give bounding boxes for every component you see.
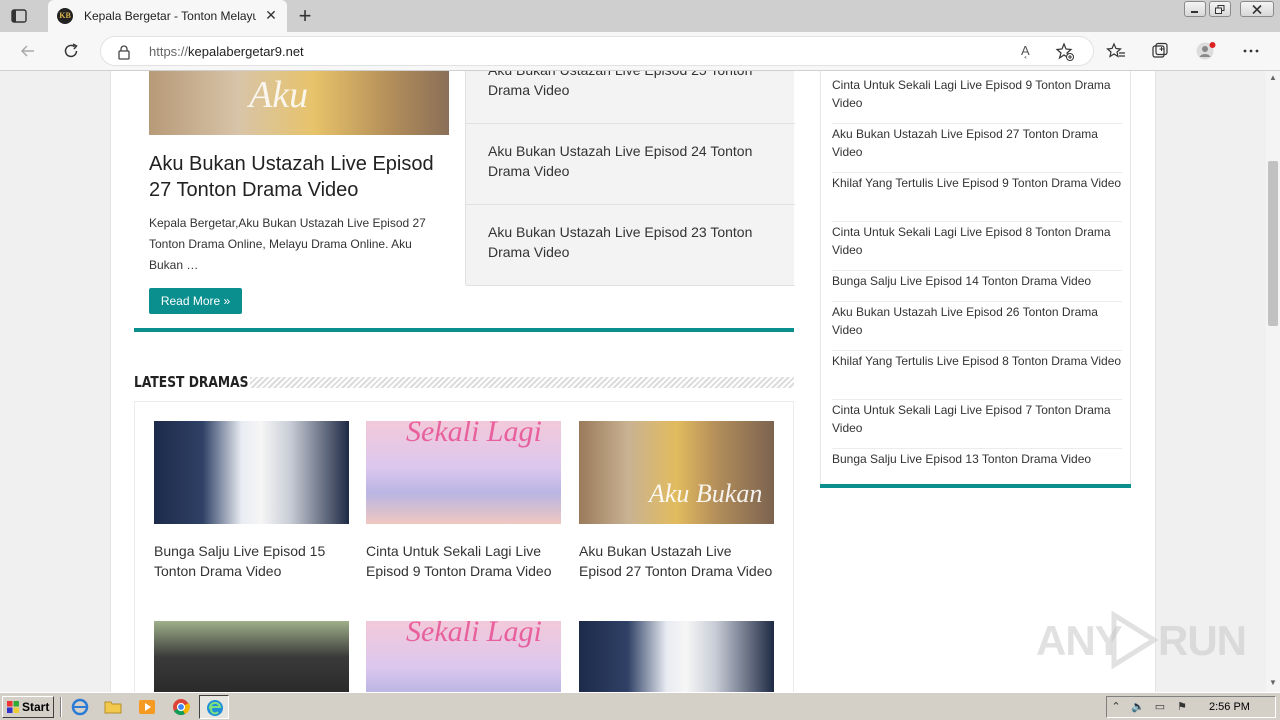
collections-icon[interactable] bbox=[1150, 41, 1170, 61]
drama-title[interactable]: Aku Bukan Ustazah Live Episod 27 Tonton … bbox=[579, 541, 774, 581]
drama-thumbnail[interactable]: Sekali Lagi bbox=[366, 621, 561, 692]
volume-icon[interactable]: 🔈 bbox=[1131, 700, 1145, 714]
related-posts-list: Aku Bukan Ustazah Live Episod 25 Tonton … bbox=[465, 71, 795, 286]
featured-post-excerpt: Kepala Bergetar,Aku Bukan Ustazah Live E… bbox=[149, 216, 426, 272]
chrome-icon[interactable] bbox=[172, 698, 190, 716]
tab-strip: KB Kepala Bergetar - Tonton Melayu ✕ + bbox=[0, 0, 1280, 32]
sidebar-item[interactable]: Aku Bukan Ustazah Live Episod 27 Tonton … bbox=[832, 124, 1122, 173]
drama-thumbnail[interactable] bbox=[154, 421, 349, 524]
tray-expand-icon[interactable]: ⌃ bbox=[1109, 700, 1123, 714]
tab-title: Kepala Bergetar - Tonton Melayu bbox=[84, 9, 256, 23]
start-button[interactable]: Start bbox=[2, 696, 54, 718]
edge-icon[interactable] bbox=[199, 695, 229, 719]
ie-icon[interactable] bbox=[71, 698, 89, 716]
tab-close-icon[interactable]: ✕ bbox=[263, 7, 279, 23]
featured-post-title[interactable]: Aku Bukan Ustazah Live Episod 27 Tonton … bbox=[149, 151, 449, 203]
refresh-icon[interactable] bbox=[61, 41, 81, 61]
page-viewport: Aku Aku Bukan Ustazah Live Episod 27 Ton… bbox=[0, 71, 1266, 692]
sidebar-item[interactable]: Bunga Salju Live Episod 14 Tonton Drama … bbox=[832, 271, 1122, 302]
favorites-icon[interactable] bbox=[1106, 41, 1126, 61]
url-text[interactable]: https://kepalabergetar9.net bbox=[149, 44, 304, 59]
sidebar-item[interactable]: Aku Bukan Ustazah Live Episod 26 Tonton … bbox=[832, 302, 1122, 351]
media-player-icon[interactable] bbox=[138, 698, 156, 716]
taskbar: Start ⌃ 🔈 ▭ ⚑ 2:56 PM bbox=[0, 692, 1280, 720]
browser-toolbar: https://kepalabergetar9.net A͔ bbox=[0, 32, 1280, 71]
read-aloud-icon[interactable]: A͔ bbox=[1021, 43, 1039, 61]
latest-dramas-grid: Bunga Salju Live Episod 15 Tonton Drama … bbox=[134, 401, 794, 692]
scrollbar-thumb[interactable] bbox=[1268, 161, 1278, 326]
drama-thumbnail[interactable] bbox=[154, 621, 349, 692]
file-explorer-icon[interactable] bbox=[104, 698, 122, 716]
clock[interactable]: 2:56 PM bbox=[1209, 701, 1250, 713]
featured-post-image[interactable]: Aku bbox=[149, 71, 449, 135]
address-bar[interactable]: https://kepalabergetar9.net A͔ bbox=[100, 36, 1094, 66]
drama-thumbnail[interactable] bbox=[579, 621, 774, 692]
system-tray: ⌃ 🔈 ▭ ⚑ 2:56 PM bbox=[1106, 696, 1276, 718]
section-divider bbox=[134, 328, 794, 332]
drama-thumbnail[interactable]: Aku Bukan bbox=[579, 421, 774, 524]
sidebar-item[interactable]: Cinta Untuk Sekali Lagi Live Episod 7 To… bbox=[832, 400, 1122, 449]
sidebar-item[interactable]: Khilaf Yang Tertulis Live Episod 9 Tonto… bbox=[832, 173, 1122, 222]
heading-pattern bbox=[250, 377, 794, 388]
page-scrollbar[interactable]: ▲ ▼ bbox=[1266, 71, 1280, 692]
drama-thumbnail[interactable]: Sekali Lagi bbox=[366, 421, 561, 524]
scroll-down-icon[interactable]: ▼ bbox=[1269, 679, 1277, 687]
browser-tab-active[interactable]: KB Kepala Bergetar - Tonton Melayu ✕ bbox=[48, 0, 287, 32]
tab-actions-icon[interactable] bbox=[10, 7, 28, 25]
section-title: LATEST DRAMAS bbox=[134, 373, 249, 391]
list-item[interactable]: Aku Bukan Ustazah Live Episod 24 Tonton … bbox=[466, 124, 795, 205]
drama-title[interactable]: Bunga Salju Live Episod 15 Tonton Drama … bbox=[154, 541, 349, 581]
more-menu-icon[interactable] bbox=[1241, 41, 1261, 61]
sidebar-item[interactable]: Bunga Salju Live Episod 13 Tonton Drama … bbox=[832, 449, 1122, 480]
action-center-flag-icon[interactable]: ⚑ bbox=[1175, 700, 1189, 714]
sidebar-divider bbox=[820, 484, 1131, 488]
read-more-button[interactable]: Read More » bbox=[149, 288, 242, 314]
close-window-button[interactable] bbox=[1240, 1, 1274, 17]
sidebar-recent-posts: Cinta Untuk Sekali Lagi Live Episod 9 To… bbox=[820, 71, 1131, 484]
sidebar-item[interactable]: Cinta Untuk Sekali Lagi Live Episod 8 To… bbox=[832, 222, 1122, 271]
profile-avatar-icon[interactable] bbox=[1196, 41, 1216, 61]
back-arrow-icon[interactable] bbox=[18, 41, 38, 61]
restore-button[interactable] bbox=[1209, 1, 1231, 17]
site-favicon-icon: KB bbox=[57, 8, 73, 24]
sidebar-item[interactable]: Cinta Untuk Sekali Lagi Live Episod 9 To… bbox=[832, 75, 1122, 124]
drama-title[interactable]: Cinta Untuk Sekali Lagi Live Episod 9 To… bbox=[366, 541, 561, 581]
new-tab-button[interactable]: + bbox=[294, 5, 316, 27]
minimize-button[interactable] bbox=[1184, 1, 1206, 17]
list-item[interactable]: Aku Bukan Ustazah Live Episod 25 Tonton … bbox=[466, 71, 795, 124]
add-favorite-icon[interactable] bbox=[1055, 42, 1075, 62]
network-icon[interactable]: ▭ bbox=[1153, 700, 1167, 714]
list-item[interactable]: Aku Bukan Ustazah Live Episod 23 Tonton … bbox=[466, 205, 795, 286]
scroll-up-icon[interactable]: ▲ bbox=[1269, 74, 1277, 82]
latest-dramas-heading: LATEST DRAMAS bbox=[134, 371, 794, 395]
sidebar-item[interactable]: Khilaf Yang Tertulis Live Episod 8 Tonto… bbox=[832, 351, 1122, 400]
windows-logo-icon bbox=[7, 701, 19, 713]
lock-icon[interactable] bbox=[117, 44, 131, 60]
anyrun-watermark: ANY RUN bbox=[1036, 611, 1247, 669]
